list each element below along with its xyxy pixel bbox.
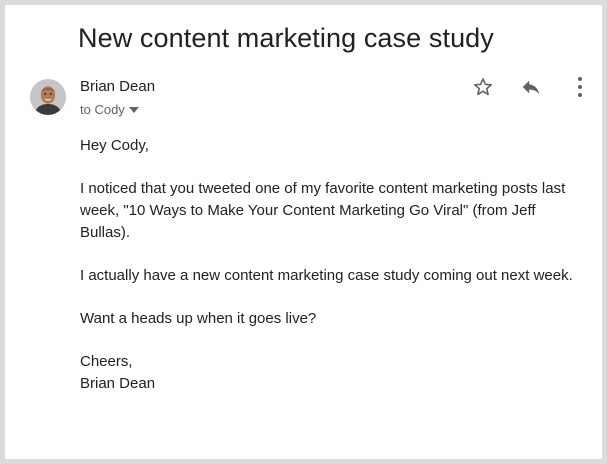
email-body: Hey Cody, I noticed that you tweeted one… <box>80 135 580 395</box>
email-greeting: Hey Cody, <box>80 137 149 154</box>
reply-button[interactable] <box>519 75 543 99</box>
email-paragraph: I noticed that you tweeted one of my fav… <box>80 180 566 241</box>
more-vertical-icon <box>578 77 582 97</box>
email-signature: Cheers, Brian Dean <box>80 351 580 395</box>
more-options-button[interactable] <box>568 75 592 99</box>
star-outline-icon <box>473 78 493 96</box>
sender-avatar[interactable] <box>30 79 66 115</box>
person-avatar-icon <box>30 79 66 115</box>
recipient-details-toggle[interactable]: to Cody <box>80 102 139 117</box>
email-subject: New content marketing case study <box>78 23 494 53</box>
caret-down-icon <box>128 106 139 113</box>
email-paragraph: I actually have a new content marketing … <box>80 267 573 284</box>
recipient-label: to Cody <box>80 102 125 117</box>
email-signoff: Cheers, <box>80 353 133 370</box>
email-message-frame: New content marketing case study Brian D… <box>0 0 607 464</box>
sender-name[interactable]: Brian Dean <box>80 78 155 95</box>
star-button[interactable] <box>471 75 495 99</box>
email-signature-name: Brian Dean <box>80 375 156 392</box>
email-paragraph: Want a heads up when it goes live? <box>80 310 317 327</box>
reply-icon <box>522 80 540 95</box>
